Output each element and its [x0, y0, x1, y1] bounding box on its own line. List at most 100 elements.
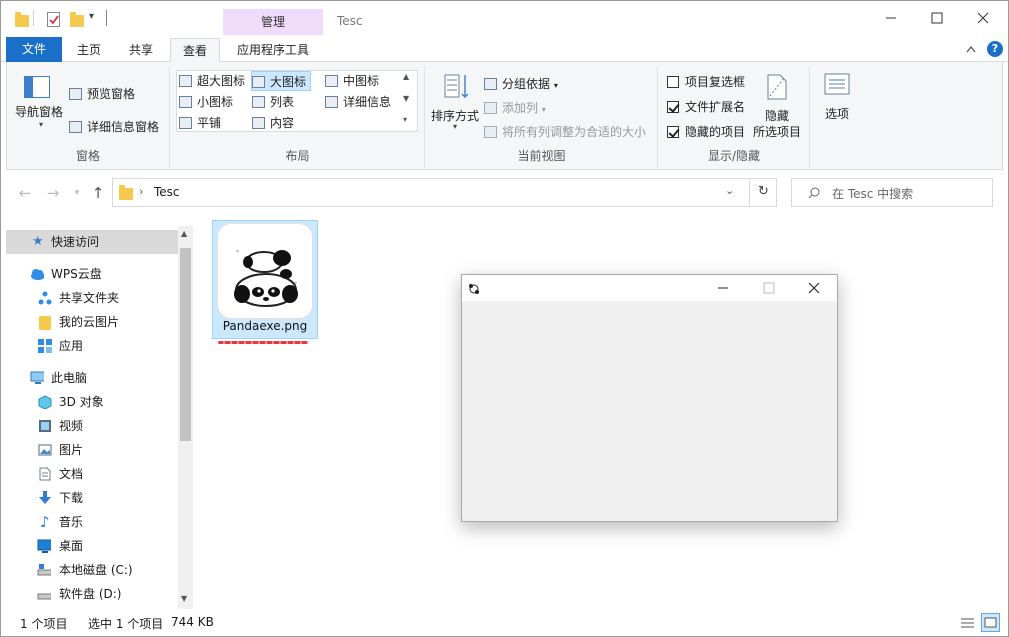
add-columns-icon: [484, 102, 497, 114]
details-pane-label: 详细信息窗格: [87, 120, 160, 134]
group-by-button[interactable]: 分组依据 ▾: [484, 74, 558, 94]
layout-content[interactable]: 内容: [252, 113, 294, 133]
folder-icon: [15, 12, 29, 27]
nav-item-shared-folder[interactable]: 共享文件夹: [6, 286, 178, 310]
layout-details[interactable]: 详细信息: [325, 92, 391, 112]
nav-item-downloads[interactable]: 下载: [6, 486, 178, 510]
maximize-icon: [763, 282, 775, 294]
scrollbar-thumb[interactable]: [180, 248, 191, 441]
layout-medium[interactable]: 中图标: [325, 71, 379, 91]
layout-tiles[interactable]: 平铺: [179, 113, 221, 133]
breadcrumb-chevron-icon[interactable]: ›: [139, 185, 143, 198]
size-all-columns-button[interactable]: 将所有列调整为合适的大小: [484, 122, 646, 142]
nav-pane-icon: [24, 76, 50, 98]
refresh-icon[interactable]: ↻: [758, 184, 769, 199]
customize-qat-icon[interactable]: ▾: [89, 11, 94, 22]
show-hide-group-label: 显示/隐藏: [707, 149, 761, 163]
group-by-icon: [484, 78, 497, 90]
scroll-down-icon[interactable]: ▼: [181, 594, 187, 603]
nav-item-label: 应用: [59, 339, 84, 353]
app-window[interactable]: [461, 274, 838, 522]
group-by-label: 分组依据: [502, 77, 551, 91]
scroll-up-icon[interactable]: ▲: [181, 229, 187, 238]
document-icon: [39, 467, 51, 481]
nav-item-drive-c[interactable]: 本地磁盘 (C:): [6, 558, 178, 582]
tab-app-tools[interactable]: 应用程序工具: [225, 38, 321, 62]
tiles-icon: [179, 117, 192, 129]
close-icon[interactable]: [808, 282, 820, 294]
tab-view[interactable]: 查看: [170, 38, 221, 63]
minimize-button[interactable]: [868, 1, 914, 35]
tab-home[interactable]: 主页: [65, 38, 113, 62]
recent-locations-icon[interactable]: ▾: [67, 183, 87, 203]
maximize-button[interactable]: [914, 1, 960, 35]
nav-item-this-pc[interactable]: 此电脑: [6, 366, 178, 390]
nav-item-videos[interactable]: 视频: [6, 414, 178, 438]
minimize-icon[interactable]: [717, 283, 729, 293]
sort-by-button[interactable]: 排序方式 ▾: [429, 70, 481, 132]
preview-pane-button[interactable]: 预览窗格: [69, 84, 135, 104]
address-dropdown-icon[interactable]: ⌄: [725, 184, 734, 197]
content-icon: [252, 117, 265, 129]
details-pane-button[interactable]: 详细信息窗格: [69, 117, 159, 137]
details-view-icon[interactable]: [959, 614, 976, 631]
tab-share[interactable]: 共享: [117, 38, 165, 62]
forward-icon[interactable]: →: [43, 183, 63, 203]
nav-item-apps[interactable]: 应用: [6, 334, 178, 358]
file-extensions-toggle[interactable]: 文件扩展名: [667, 97, 745, 117]
nav-item-documents[interactable]: 文档: [6, 462, 178, 486]
large-icons-view-icon[interactable]: [981, 613, 1000, 632]
add-columns-button[interactable]: 添加列 ▾: [484, 98, 546, 118]
close-button[interactable]: [960, 1, 1006, 35]
nav-item-3d-objects[interactable]: 3D 对象: [6, 390, 178, 414]
hide-selected-label-2: 所选项目: [752, 125, 801, 139]
layout-extra-large[interactable]: 超大图标: [179, 71, 245, 91]
nav-item-quick-access[interactable]: ★ 快速访问: [6, 230, 178, 254]
extra-large-icons-icon: [179, 75, 192, 87]
nav-item-drive-d[interactable]: 软件盘 (D:): [6, 582, 178, 606]
new-folder-icon[interactable]: [70, 12, 84, 27]
gallery-scroll-down-icon[interactable]: ▼: [403, 94, 409, 103]
item-checkboxes-checkbox[interactable]: [667, 76, 679, 88]
nav-item-cloud-pictures[interactable]: 我的云图片: [6, 310, 178, 334]
properties-icon[interactable]: [47, 12, 60, 27]
layout-large[interactable]: 大图标: [251, 71, 312, 91]
panes-group: 导航窗格 ▾ 预览窗格 详细信息窗格 窗格: [7, 66, 170, 168]
options-button[interactable]: 选项: [815, 70, 859, 130]
gallery-more-icon[interactable]: ▾: [403, 115, 407, 124]
large-icons-icon: [252, 76, 265, 88]
tab-file[interactable]: 文件: [6, 37, 62, 62]
hidden-items-checkbox[interactable]: [667, 126, 679, 138]
app-window-titlebar[interactable]: [462, 275, 837, 301]
gallery-scroll-up-icon[interactable]: ▲: [403, 72, 409, 81]
computer-icon: [30, 371, 44, 384]
picture-icon: [38, 444, 52, 456]
collapse-ribbon-icon[interactable]: [966, 42, 976, 56]
up-icon[interactable]: ↑: [88, 183, 108, 203]
search-placeholder: 在 Tesc 中搜索: [832, 187, 914, 201]
item-checkboxes-toggle[interactable]: 项目复选框: [667, 72, 745, 92]
breadcrumb-current[interactable]: Tesc: [154, 185, 180, 199]
help-icon[interactable]: ?: [987, 41, 1003, 57]
nav-item-pictures[interactable]: 图片: [6, 438, 178, 462]
back-icon[interactable]: ←: [15, 183, 35, 203]
layout-small[interactable]: 小图标: [179, 92, 233, 112]
nav-pane-button[interactable]: 导航窗格 ▾: [15, 74, 65, 134]
apps-icon: [38, 339, 52, 353]
star-icon: ★: [32, 234, 44, 249]
add-columns-label: 添加列: [502, 101, 539, 115]
layout-list[interactable]: 列表: [252, 92, 294, 112]
nav-item-desktop[interactable]: 桌面: [6, 534, 178, 558]
search-box[interactable]: 在 Tesc 中搜索: [791, 178, 993, 207]
nav-item-label: 我的云图片: [59, 315, 120, 329]
hidden-items-toggle[interactable]: 隐藏的项目: [667, 122, 745, 142]
nav-item-music[interactable]: ♪ 音乐: [6, 510, 178, 534]
file-extensions-checkbox[interactable]: [667, 101, 679, 113]
address-bar[interactable]: › Tesc ⌄ ↻: [112, 178, 777, 207]
nav-item-wps-cloud[interactable]: WPS云盘: [6, 262, 178, 286]
hide-selected-button[interactable]: 隐藏 所选项目: [749, 70, 807, 140]
file-name[interactable]: Pandaexe.png: [213, 319, 317, 333]
medium-icons-icon: [325, 75, 338, 87]
nav-item-label: WPS云盘: [51, 267, 102, 281]
cloud-icon: [31, 269, 44, 280]
